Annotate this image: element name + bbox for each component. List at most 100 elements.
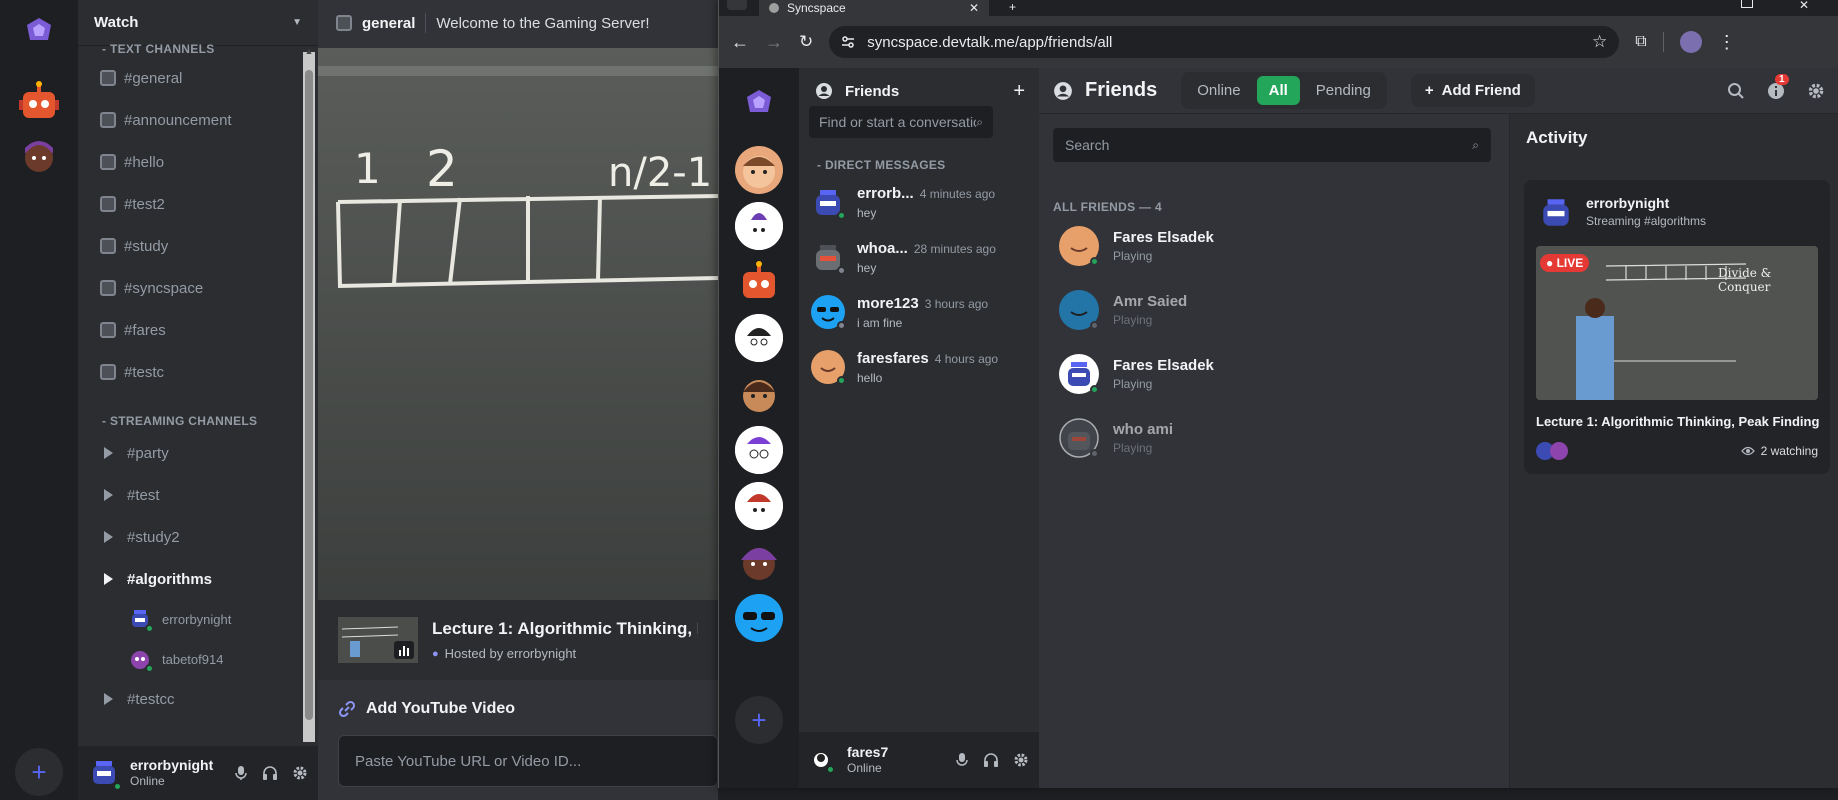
link-icon — [338, 700, 356, 718]
microphone-icon[interactable] — [955, 752, 969, 768]
dm-item[interactable]: more123 3 hours ago i am fine — [811, 286, 1031, 338]
channel-general[interactable]: #general — [100, 62, 300, 94]
server-avatar-icon[interactable] — [15, 132, 63, 180]
profile-avatar[interactable] — [1679, 31, 1702, 53]
dm-preview: hey — [857, 260, 877, 275]
channel-sidebar: Watch ▼ - TEXT CHANNELS #general #announ… — [78, 0, 318, 800]
add-server-button[interactable]: + — [735, 696, 783, 744]
friends-search-input[interactable]: Search ⌕ — [1053, 128, 1491, 162]
video-thumbnail[interactable] — [338, 617, 418, 663]
stream-channel-testcc[interactable]: #testcc — [100, 683, 300, 715]
stream-channel-test[interactable]: #test — [100, 479, 300, 511]
channel-member[interactable]: errorbynight — [128, 603, 231, 635]
channel-scrollbar[interactable]: ▲ — [303, 46, 315, 742]
scroll-up-icon[interactable]: ▲ — [303, 46, 315, 58]
menu-icon[interactable]: ⋮ — [1718, 32, 1736, 53]
user-status: Online — [847, 761, 882, 776]
gear-icon[interactable] — [1807, 82, 1825, 100]
friend-row[interactable]: Fares Elsadek Playing — [1059, 344, 1479, 404]
extensions-icon[interactable]: ⧉ — [1635, 33, 1646, 51]
server-avatar-icon[interactable] — [735, 538, 783, 586]
channel-fares[interactable]: #fares — [100, 314, 300, 346]
friend-row[interactable]: Amr Saied Playing — [1059, 280, 1479, 340]
friend-row[interactable]: Fares Elsadek Playing — [1059, 216, 1479, 276]
activity-user: errorbynight Streaming #algorithms — [1538, 194, 1706, 230]
friend-row[interactable]: who ami Playing — [1059, 408, 1479, 468]
site-info-icon[interactable] — [841, 35, 855, 49]
stream-preview[interactable]: ● LIVE Divide & Conquer — [1536, 246, 1818, 400]
new-tab-icon[interactable]: + — [1009, 0, 1016, 14]
server-avatar-icon[interactable] — [735, 482, 783, 530]
forward-arrow-icon[interactable]: → — [765, 32, 783, 53]
server-avatar-icon[interactable] — [735, 370, 783, 418]
home-logo-icon[interactable] — [735, 78, 783, 126]
server-robot-icon[interactable] — [735, 258, 783, 306]
back-arrow-icon[interactable]: ← — [731, 32, 749, 53]
stream-channel-algorithms[interactable]: #algorithms — [100, 563, 300, 595]
close-window-icon[interactable]: ✕ — [1799, 0, 1809, 12]
text-channel-icon — [100, 364, 116, 380]
syncspace-app: + Friends + Find or start a conversation… — [719, 68, 1838, 788]
streaming-channels-category[interactable]: - STREAMING CHANNELS — [102, 414, 257, 428]
dm-item[interactable]: faresfares 4 hours ago hello — [811, 341, 1031, 393]
notifications-button[interactable]: 1 — [1767, 73, 1789, 100]
bookmark-star-icon[interactable]: ☆ — [1592, 32, 1607, 52]
channel-member[interactable]: tabetof914 — [128, 643, 223, 675]
sidebar-header[interactable]: Watch ▼ — [78, 0, 318, 46]
dm-item[interactable]: whoa... 28 minutes ago hey — [811, 231, 1031, 283]
server-avatar-icon[interactable] — [735, 314, 783, 362]
activity-card[interactable]: errorbynight Streaming #algorithms ● LIV… — [1524, 180, 1830, 474]
stream-channel-study2[interactable]: #study2 — [100, 521, 300, 553]
tab-all[interactable]: All — [1256, 76, 1300, 105]
user-controls — [234, 765, 308, 781]
username: errorbynight — [130, 757, 214, 774]
add-server-button[interactable]: + — [15, 748, 63, 796]
youtube-url-input[interactable]: Paste YouTube URL or Video ID... — [338, 735, 718, 787]
tab-online[interactable]: Online — [1185, 76, 1252, 105]
scroll-thumb[interactable] — [305, 70, 313, 720]
stream-channel-party[interactable]: #party — [100, 437, 300, 469]
address-bar[interactable]: syncspace.devtalk.me/app/friends/all ☆ — [829, 26, 1620, 58]
play-icon — [104, 447, 113, 459]
restore-window-icon[interactable] — [1741, 0, 1753, 8]
board-text: 1 — [354, 144, 381, 193]
plus-icon: + — [751, 704, 767, 735]
headphones-icon[interactable] — [262, 765, 278, 781]
channel-announcement[interactable]: #announcement — [100, 104, 300, 136]
text-channels-category[interactable]: - TEXT CHANNELS — [102, 42, 215, 56]
channel-testc[interactable]: #testc — [100, 356, 300, 388]
dm-item[interactable]: errorb... 4 minutes ago hey — [811, 176, 1031, 228]
channel-test2[interactable]: #test2 — [100, 188, 300, 220]
activity-username: errorbynight — [1586, 195, 1670, 212]
headphones-icon[interactable] — [983, 752, 999, 768]
watching-count: 2 watching — [1740, 444, 1818, 458]
friend-name: Fares Elsadek — [1113, 229, 1214, 246]
tab-search-button[interactable] — [727, 0, 747, 10]
video-player[interactable]: 1 2 n/2-1 — [318, 48, 718, 600]
add-friend-button[interactable]: + Add Friend — [1410, 74, 1535, 107]
page-title: Friends — [1085, 79, 1158, 101]
close-tab-icon[interactable]: ✕ — [969, 1, 979, 15]
gear-icon[interactable] — [1013, 752, 1029, 768]
search-icon[interactable] — [1727, 82, 1745, 100]
avatar[interactable] — [809, 748, 835, 774]
server-avatar-icon[interactable] — [735, 202, 783, 250]
microphone-icon[interactable] — [234, 765, 248, 781]
conversation-search-input[interactable]: Find or start a conversation ⌕ — [809, 106, 993, 138]
channel-syncspace[interactable]: #syncspace — [100, 272, 300, 304]
tab-pending[interactable]: Pending — [1304, 76, 1383, 105]
gear-icon[interactable] — [292, 765, 308, 781]
plus-icon[interactable]: + — [1013, 80, 1025, 103]
channel-hello[interactable]: #hello — [100, 146, 300, 178]
avatar[interactable] — [88, 757, 122, 791]
server-sunglasses-icon[interactable] — [735, 594, 783, 642]
server-avatar-icon[interactable] — [735, 146, 783, 194]
activity-status: Streaming #algorithms — [1586, 214, 1707, 229]
browser-tab[interactable]: Syncspace ✕ — [759, 0, 989, 16]
server-avatar-icon[interactable] — [735, 426, 783, 474]
channel-study[interactable]: #study — [100, 230, 300, 262]
channel-name: general — [362, 14, 416, 32]
home-logo-icon[interactable] — [15, 6, 63, 54]
reload-icon[interactable]: ↻ — [799, 32, 813, 52]
server-robot-icon[interactable] — [15, 78, 63, 126]
